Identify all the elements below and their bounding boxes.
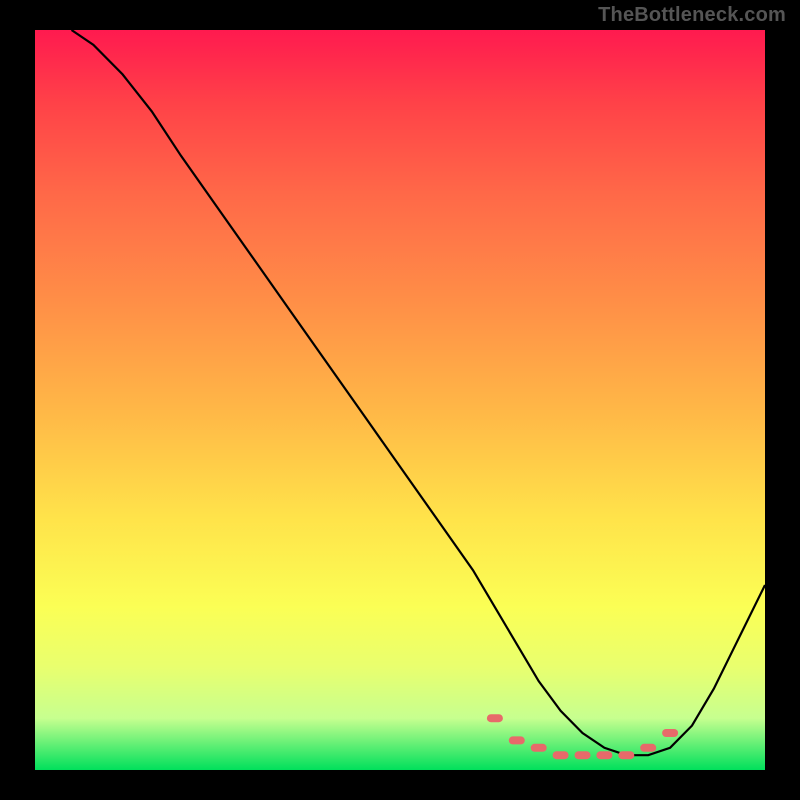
marker-dash — [575, 751, 591, 759]
marker-dash — [640, 744, 656, 752]
marker-group — [487, 714, 678, 759]
marker-dash — [553, 751, 569, 759]
bottleneck-curve — [72, 30, 766, 755]
marker-dash — [596, 751, 612, 759]
watermark-label: TheBottleneck.com — [598, 4, 786, 27]
chart-svg — [35, 30, 765, 770]
marker-dash — [509, 736, 525, 744]
marker-dash — [531, 744, 547, 752]
marker-dash — [487, 714, 503, 722]
plot-area — [35, 30, 765, 770]
marker-dash — [662, 729, 678, 737]
marker-dash — [618, 751, 634, 759]
chart-stage: TheBottleneck.com — [0, 0, 800, 800]
